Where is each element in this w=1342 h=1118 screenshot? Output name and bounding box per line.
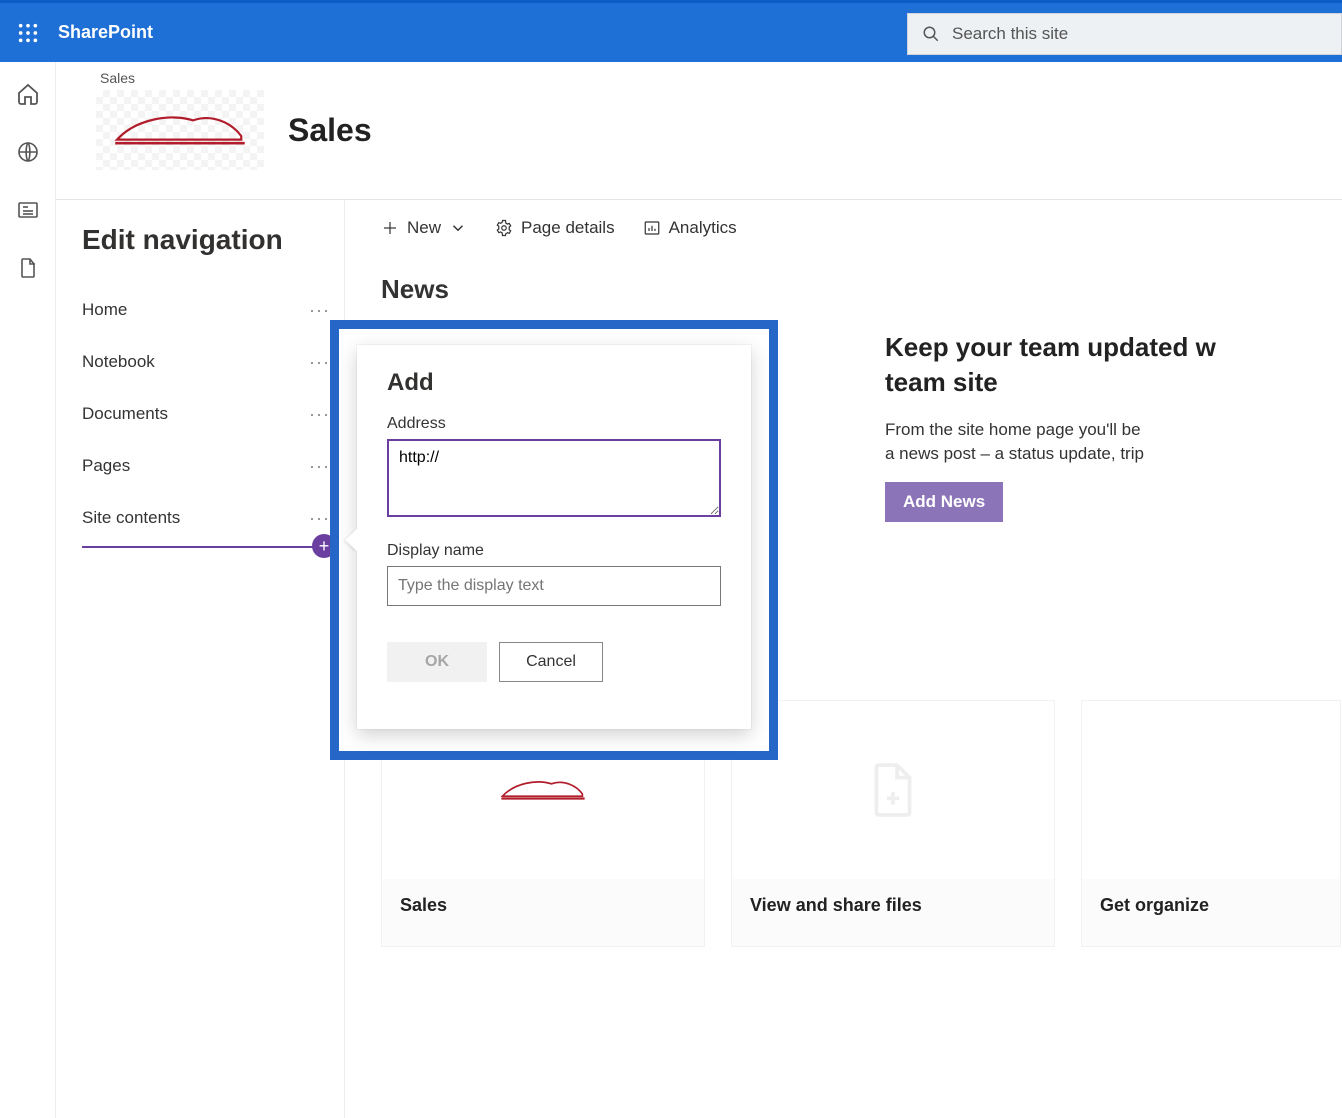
nav-item-label: Documents [82, 404, 168, 424]
news-heading: Keep your team updated w team site [885, 330, 1216, 400]
chevron-down-icon [449, 219, 467, 237]
news-promo: Keep your team updated w team site From … [885, 330, 1216, 522]
card-title: View and share files [750, 895, 1036, 916]
nav-item-pages[interactable]: Pages ··· [82, 440, 330, 492]
display-name-input[interactable] [387, 566, 721, 606]
document-icon [868, 761, 918, 819]
nav-item-label: Site contents [82, 508, 180, 528]
file-icon[interactable] [16, 256, 40, 280]
nav-item-home[interactable]: Home ··· [82, 284, 330, 336]
card-title: Sales [400, 895, 686, 916]
more-icon[interactable]: ··· [309, 404, 330, 425]
dialog-highlight-frame: Add Address Display name OK Cancel [330, 320, 778, 760]
car-logo-icon [498, 775, 588, 805]
more-icon[interactable]: ··· [309, 352, 330, 373]
address-label: Address [387, 415, 721, 433]
card-thumbnail [732, 701, 1054, 879]
more-icon[interactable]: ··· [309, 508, 330, 529]
gear-icon [495, 219, 513, 237]
search-box[interactable] [907, 13, 1342, 55]
site-header: Sales Sales [56, 62, 1342, 200]
add-link-dialog: Add Address Display name OK Cancel [357, 345, 751, 729]
search-input[interactable] [952, 24, 1327, 44]
cmd-label: Analytics [669, 218, 737, 238]
site-logo[interactable] [96, 90, 264, 170]
app-launcher[interactable] [0, 5, 56, 61]
new-button[interactable]: New [381, 218, 467, 238]
nav-item-site-contents[interactable]: Site contents ··· [82, 492, 330, 544]
nav-item-documents[interactable]: Documents ··· [82, 388, 330, 440]
news-body: From the site home page you'll be a news… [885, 418, 1216, 466]
nav-item-notebook[interactable]: Notebook ··· [82, 336, 330, 388]
globe-icon[interactable] [16, 140, 40, 164]
product-name[interactable]: SharePoint [58, 22, 153, 43]
more-icon[interactable]: ··· [309, 456, 330, 477]
car-logo-icon [110, 105, 250, 155]
suite-bar: SharePoint [0, 0, 1342, 62]
home-icon[interactable] [16, 82, 40, 106]
ok-button[interactable]: OK [387, 642, 487, 682]
more-icon[interactable]: ··· [309, 300, 330, 321]
nav-item-label: Notebook [82, 352, 155, 372]
nav-item-label: Home [82, 300, 127, 320]
page-details-button[interactable]: Page details [495, 218, 615, 238]
nav-item-label: Pages [82, 456, 130, 476]
add-news-button[interactable]: Add News [885, 482, 1003, 522]
display-name-label: Display name [387, 542, 721, 560]
command-bar: New Page details Analytics [345, 200, 1342, 256]
edit-navigation-panel: Edit navigation Home ··· Notebook ··· Do… [56, 200, 344, 1118]
news-icon[interactable] [16, 198, 40, 222]
news-section-title: News [381, 274, 1342, 305]
waffle-icon [17, 22, 39, 44]
cmd-label: Page details [521, 218, 615, 238]
left-rail [0, 62, 56, 1118]
insert-position-indicator[interactable]: + [82, 546, 330, 548]
activity-card[interactable]: Get organize [1081, 700, 1341, 947]
activity-card[interactable]: View and share files [731, 700, 1055, 947]
card-title: Get organize [1100, 895, 1322, 916]
search-icon [922, 25, 940, 43]
chart-icon [643, 219, 661, 237]
card-thumbnail [1082, 701, 1340, 879]
plus-icon [381, 219, 399, 237]
panel-title: Edit navigation [82, 224, 330, 256]
address-input[interactable] [387, 439, 721, 517]
cancel-button[interactable]: Cancel [499, 642, 603, 682]
analytics-button[interactable]: Analytics [643, 218, 737, 238]
breadcrumb[interactable]: Sales [100, 70, 1342, 86]
cmd-label: New [407, 218, 441, 238]
dialog-title: Add [387, 369, 721, 397]
site-title: Sales [288, 112, 372, 149]
